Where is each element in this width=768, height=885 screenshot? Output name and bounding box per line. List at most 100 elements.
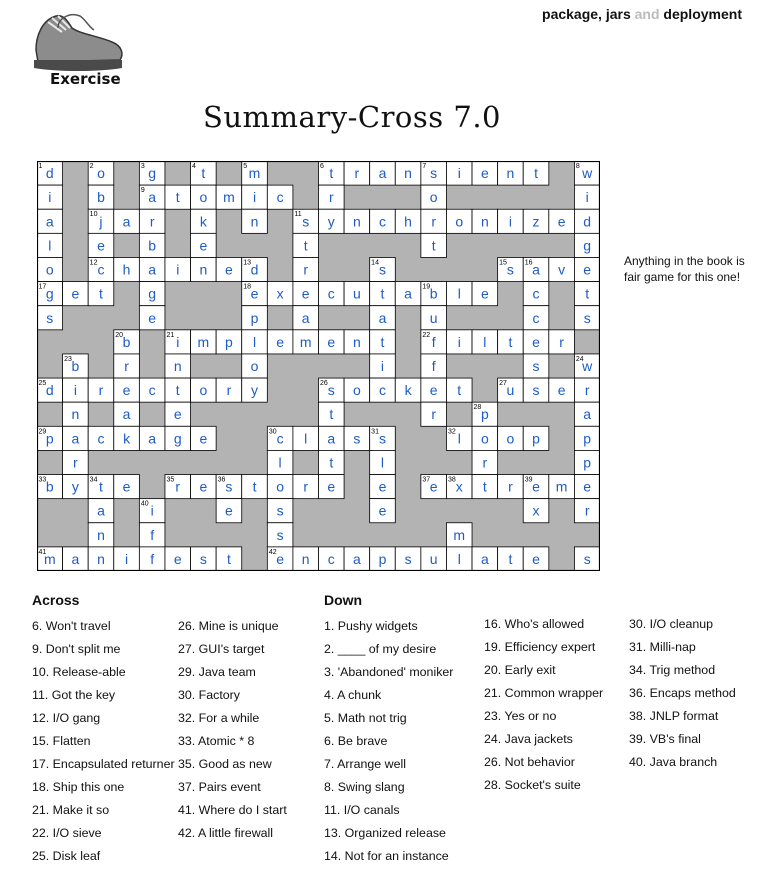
down-col2: 16. Who's allowed 19. Efficiency expert 20… [484, 613, 603, 797]
cell-letter: k [405, 382, 413, 398]
cell-letter: i [458, 334, 461, 350]
clue-item: 5. Math not trig [324, 711, 407, 725]
cell-letter: g [583, 237, 591, 253]
cell-letter: a [404, 286, 412, 302]
clue-number: 32 [448, 428, 456, 435]
cell-letter: o [199, 382, 207, 398]
across-col2: 26. Mine is unique 27. GUI's target 29. Ja… [178, 615, 287, 845]
down-list-3: 30. I/O cleanup 31. Milli-nap 34. Trig met… [629, 613, 736, 774]
cell-letter: n [199, 262, 207, 278]
cell-letter: a [148, 262, 156, 278]
cell-letter: t [381, 334, 385, 350]
cell-letter: x [533, 503, 540, 519]
clue-item: 35. Good as new [178, 757, 272, 771]
cell-letter: c [328, 551, 335, 567]
down-list-1: 1. Pushy widgets 2. ____ of my desire 3. '… [324, 615, 453, 868]
cell-letter: c [149, 382, 156, 398]
crossword-grid: 1 d 2 o 3 g 4 t 5 m 6 t r a n 7 s i e n t 8 w i b 9 a t o m i c r o i a 10 j a… [36, 160, 601, 576]
cell-letter: s [328, 382, 335, 398]
exercise-logo: Exercise [28, 6, 128, 92]
cell-letter: k [200, 213, 208, 229]
cell-letter: n [174, 358, 182, 374]
cell-letter: h [123, 262, 131, 278]
cell-letter: s [584, 310, 591, 326]
cell-letter: r [150, 213, 155, 229]
cell-letter: e [276, 334, 284, 350]
cell-letter: s [533, 358, 540, 374]
hint-text: Anything in the book is fair game for th… [624, 254, 745, 284]
cell-letter: a [46, 213, 54, 229]
cell-letter: s [302, 213, 309, 229]
cell-letter: c [533, 310, 540, 326]
clue-number: 22 [422, 332, 430, 339]
header-part3: deployment [663, 6, 742, 22]
clue-item: 41. Where do I start [178, 803, 287, 817]
cell-letter: a [148, 189, 156, 205]
page-title: Summary-Cross 7.0 [203, 100, 501, 134]
cell-letter: o [455, 213, 463, 229]
cell-letter: f [150, 551, 154, 567]
cell-letter: z [533, 213, 540, 229]
cell-letter: d [251, 262, 259, 278]
clue-item: 19. Efficiency expert [484, 640, 596, 654]
cell-letter: e [532, 334, 540, 350]
cell-letter: r [303, 479, 308, 495]
cell-letter: u [507, 382, 515, 398]
cell-letter: e [481, 286, 489, 302]
cell-letter: p [251, 310, 259, 326]
cell-letter: i [176, 334, 179, 350]
header-part2: and [634, 6, 660, 22]
cell-letter: l [483, 334, 486, 350]
cell-letter: a [97, 503, 105, 519]
cell-letter: d [583, 213, 591, 229]
clue-number: 35 [166, 477, 174, 484]
clue-item: 40. Java branch [629, 755, 718, 769]
clue-item: 28. Socket's suite [484, 778, 581, 792]
cell-letter: r [431, 406, 436, 422]
cell-letter: s [277, 527, 284, 543]
cell-letter: o [46, 262, 54, 278]
clue-number: 9 [141, 187, 145, 194]
clue-item: 12. I/O gang [32, 711, 101, 725]
cell-letter: b [430, 286, 438, 302]
clue-item: 30. Factory [178, 688, 240, 702]
across-list-2: 26. Mine is unique 27. GUI's target 29. Ja… [178, 615, 287, 845]
cell-letter: i [48, 189, 51, 205]
clue-number: 40 [141, 501, 149, 508]
cell-letter: e [276, 551, 284, 567]
cell-letter: t [483, 479, 487, 495]
cell-letter: y [328, 213, 335, 229]
across-list-1: 6. Won't travel 9. Don't split me 10. Rele… [32, 615, 175, 868]
cell-letter: e [532, 551, 540, 567]
cell-letter: e [583, 479, 591, 495]
cell-letter: s [405, 551, 412, 567]
cell-letter: p [46, 430, 54, 446]
clue-item: 20. Early exit [484, 663, 556, 677]
cell-letter: r [329, 189, 334, 205]
cell-letter: t [432, 237, 436, 253]
sneakers-icon: Exercise [34, 14, 123, 88]
cell-letter: t [508, 551, 512, 567]
cell-letter: n [302, 551, 310, 567]
clue-number: 1 [39, 163, 43, 170]
clue-item: 27. GUI's target [178, 642, 265, 656]
cell-letter: p [532, 430, 540, 446]
clue-item: 8. Swing slang [324, 780, 405, 794]
cell-letter: i [381, 358, 384, 374]
logo-label: Exercise [50, 70, 121, 88]
clue-item: 6. Won't travel [32, 619, 111, 633]
cell-letter: t [253, 479, 257, 495]
cell-letter: o [481, 430, 489, 446]
cell-letter: e [123, 382, 131, 398]
cell-letter: x [277, 286, 284, 302]
cell-letter: i [74, 382, 77, 398]
cell-letter: l [458, 430, 461, 446]
cell-letter: o [507, 430, 515, 446]
cell-letter: a [532, 262, 540, 278]
clue-number: 21 [166, 332, 174, 339]
clue-item: 36. Encaps method [629, 686, 736, 700]
cell-letter: t [329, 406, 333, 422]
clue-item: 39. VB's final [629, 732, 701, 746]
cell-letter: e [148, 310, 156, 326]
cell-letter: b [123, 334, 131, 350]
